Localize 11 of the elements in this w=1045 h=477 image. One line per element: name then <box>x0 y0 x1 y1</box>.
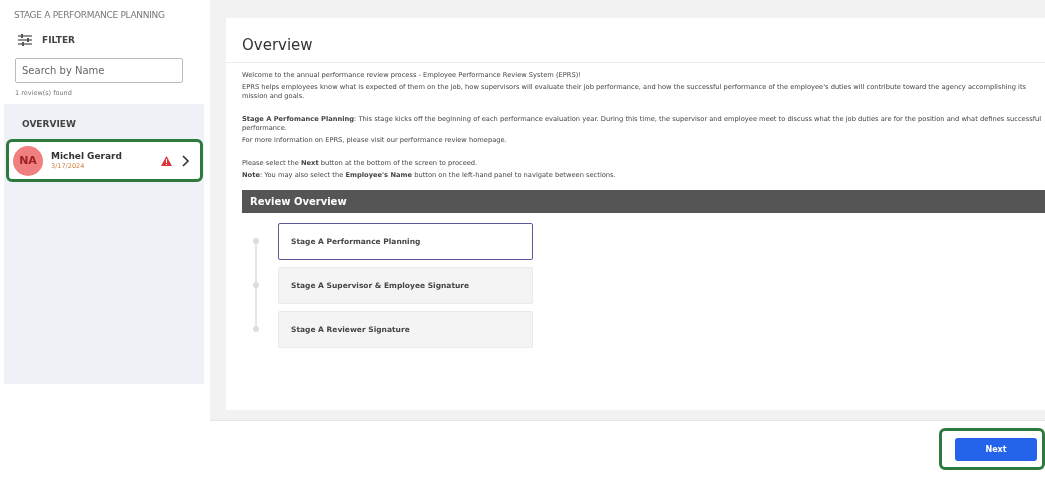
filter-button[interactable]: FILTER <box>42 35 75 45</box>
page-title: Overview <box>226 18 1045 63</box>
section-header: Review Overview <box>242 190 1045 213</box>
filter-icon[interactable] <box>18 34 32 46</box>
search-field[interactable]: Search by Name <box>15 58 183 83</box>
sidebar-title: STAGE A PERFORMANCE PLANNING <box>13 9 166 20</box>
next-button[interactable]: Next <box>955 438 1037 461</box>
employee-name: Michel Gerard <box>51 151 123 161</box>
section-label: OVERVIEW <box>21 118 77 129</box>
chevron-right-icon <box>182 154 190 167</box>
avatar: NA <box>13 145 43 176</box>
